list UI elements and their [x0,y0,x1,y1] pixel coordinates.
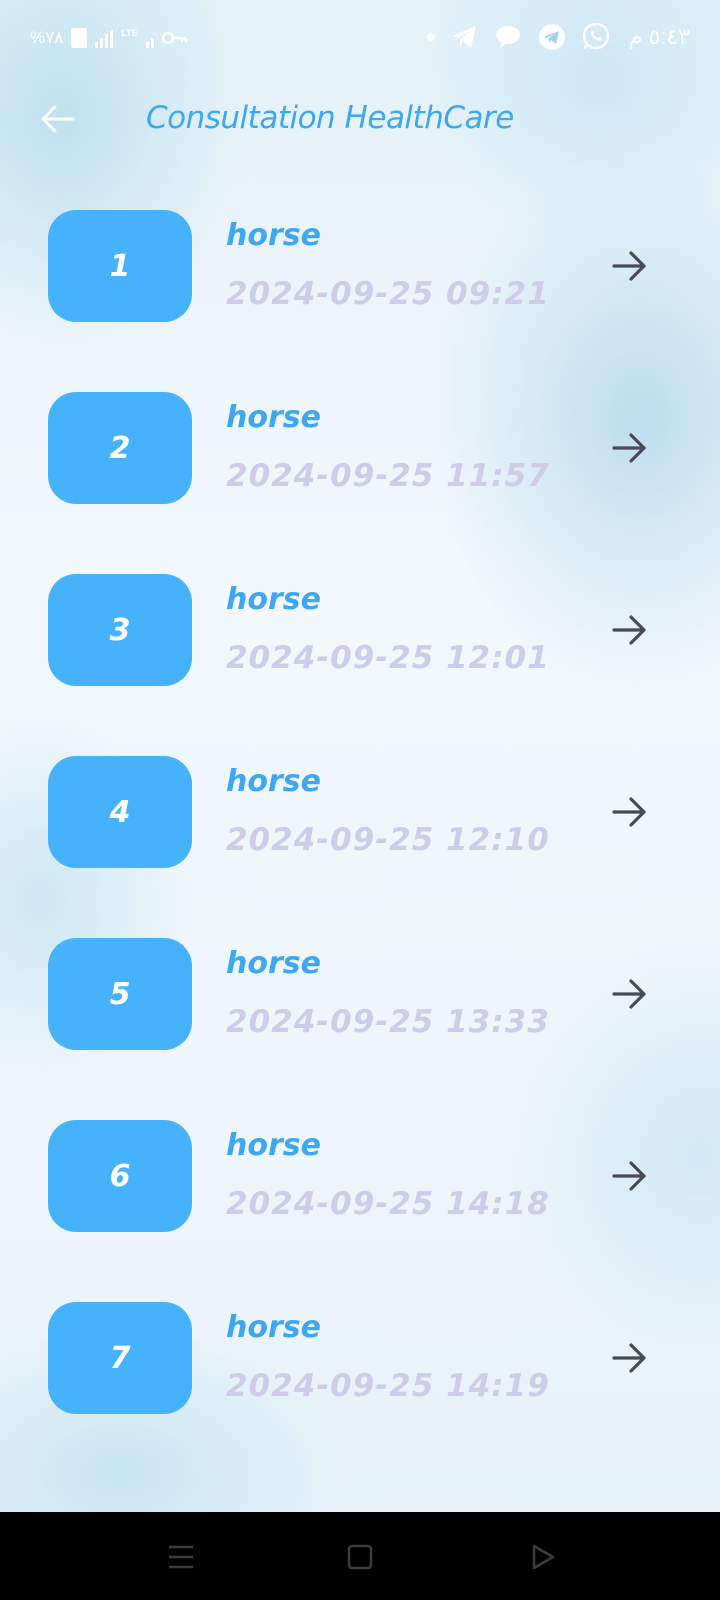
list-item[interactable]: 4 horse 2024-09-25 12:10 [0,756,720,868]
item-name: horse [226,400,321,435]
item-datetime: 2024-09-25 14:19 [226,1368,550,1404]
signal-icon [95,28,114,48]
consultation-list: 1 horse 2024-09-25 09:21 2 horse 2024-09… [0,210,720,1484]
number-badge: 6 [48,1120,192,1232]
arrow-right-icon[interactable] [610,792,650,832]
back-triangle-icon[interactable] [526,1540,560,1574]
menu-icon[interactable] [164,1540,198,1574]
number-badge: 7 [48,1302,192,1414]
number-badge: 3 [48,574,192,686]
list-item[interactable]: 2 horse 2024-09-25 11:57 [0,392,720,504]
back-button[interactable] [34,96,80,142]
message-icon [493,22,523,52]
item-datetime: 2024-09-25 12:10 [226,822,550,858]
item-datetime: 2024-09-25 09:21 [226,276,550,312]
item-name: horse [226,218,321,253]
notification-dot-icon [426,33,435,41]
battery-percentage: %٧٨ [30,28,64,47]
item-datetime: 2024-09-25 14:18 [226,1186,550,1222]
page-title: Consultation HealthCare [146,100,514,136]
status-time: ٥:٤٣ م [628,24,690,49]
home-square-icon[interactable] [343,1540,377,1574]
arrow-right-icon[interactable] [610,974,650,1014]
item-datetime: 2024-09-25 12:01 [226,640,550,676]
number-badge: 4 [48,756,192,868]
item-name: horse [226,582,321,617]
telegram-icon [537,22,567,52]
item-name: horse [226,1310,321,1345]
lte-badge: LTE [121,28,138,38]
system-nav-bar [0,1512,720,1600]
item-datetime: 2024-09-25 13:33 [226,1004,550,1040]
arrow-right-icon[interactable] [610,428,650,468]
status-right: ٥:٤٣ م [426,22,690,52]
item-name: horse [226,946,321,981]
item-datetime: 2024-09-25 11:57 [226,458,550,494]
battery-icon [71,28,88,48]
item-name: horse [226,1128,321,1163]
item-name: horse [226,764,321,799]
list-item[interactable]: 1 horse 2024-09-25 09:21 [0,210,720,322]
arrow-right-icon[interactable] [610,246,650,286]
number-badge: 2 [48,392,192,504]
arrow-right-icon[interactable] [610,1338,650,1378]
status-left: %٧٨ LTE [30,28,188,48]
list-item[interactable]: 6 horse 2024-09-25 14:18 [0,1120,720,1232]
list-item[interactable]: 7 horse 2024-09-25 14:19 [0,1302,720,1414]
key-icon [161,31,187,45]
number-badge: 1 [48,210,192,322]
telegram-icon [449,22,479,52]
list-item[interactable]: 3 horse 2024-09-25 12:01 [0,574,720,686]
status-bar: %٧٨ LTE ٥:٤٣ م [0,0,720,80]
app-header: Consultation HealthCare [0,80,720,160]
number-badge: 5 [48,938,192,1050]
arrow-right-icon[interactable] [610,610,650,650]
signal-icon-2 [145,28,154,48]
list-item[interactable]: 5 horse 2024-09-25 13:33 [0,938,720,1050]
arrow-left-icon [41,105,75,133]
arrow-right-icon[interactable] [610,1156,650,1196]
whatsapp-icon [581,22,611,52]
